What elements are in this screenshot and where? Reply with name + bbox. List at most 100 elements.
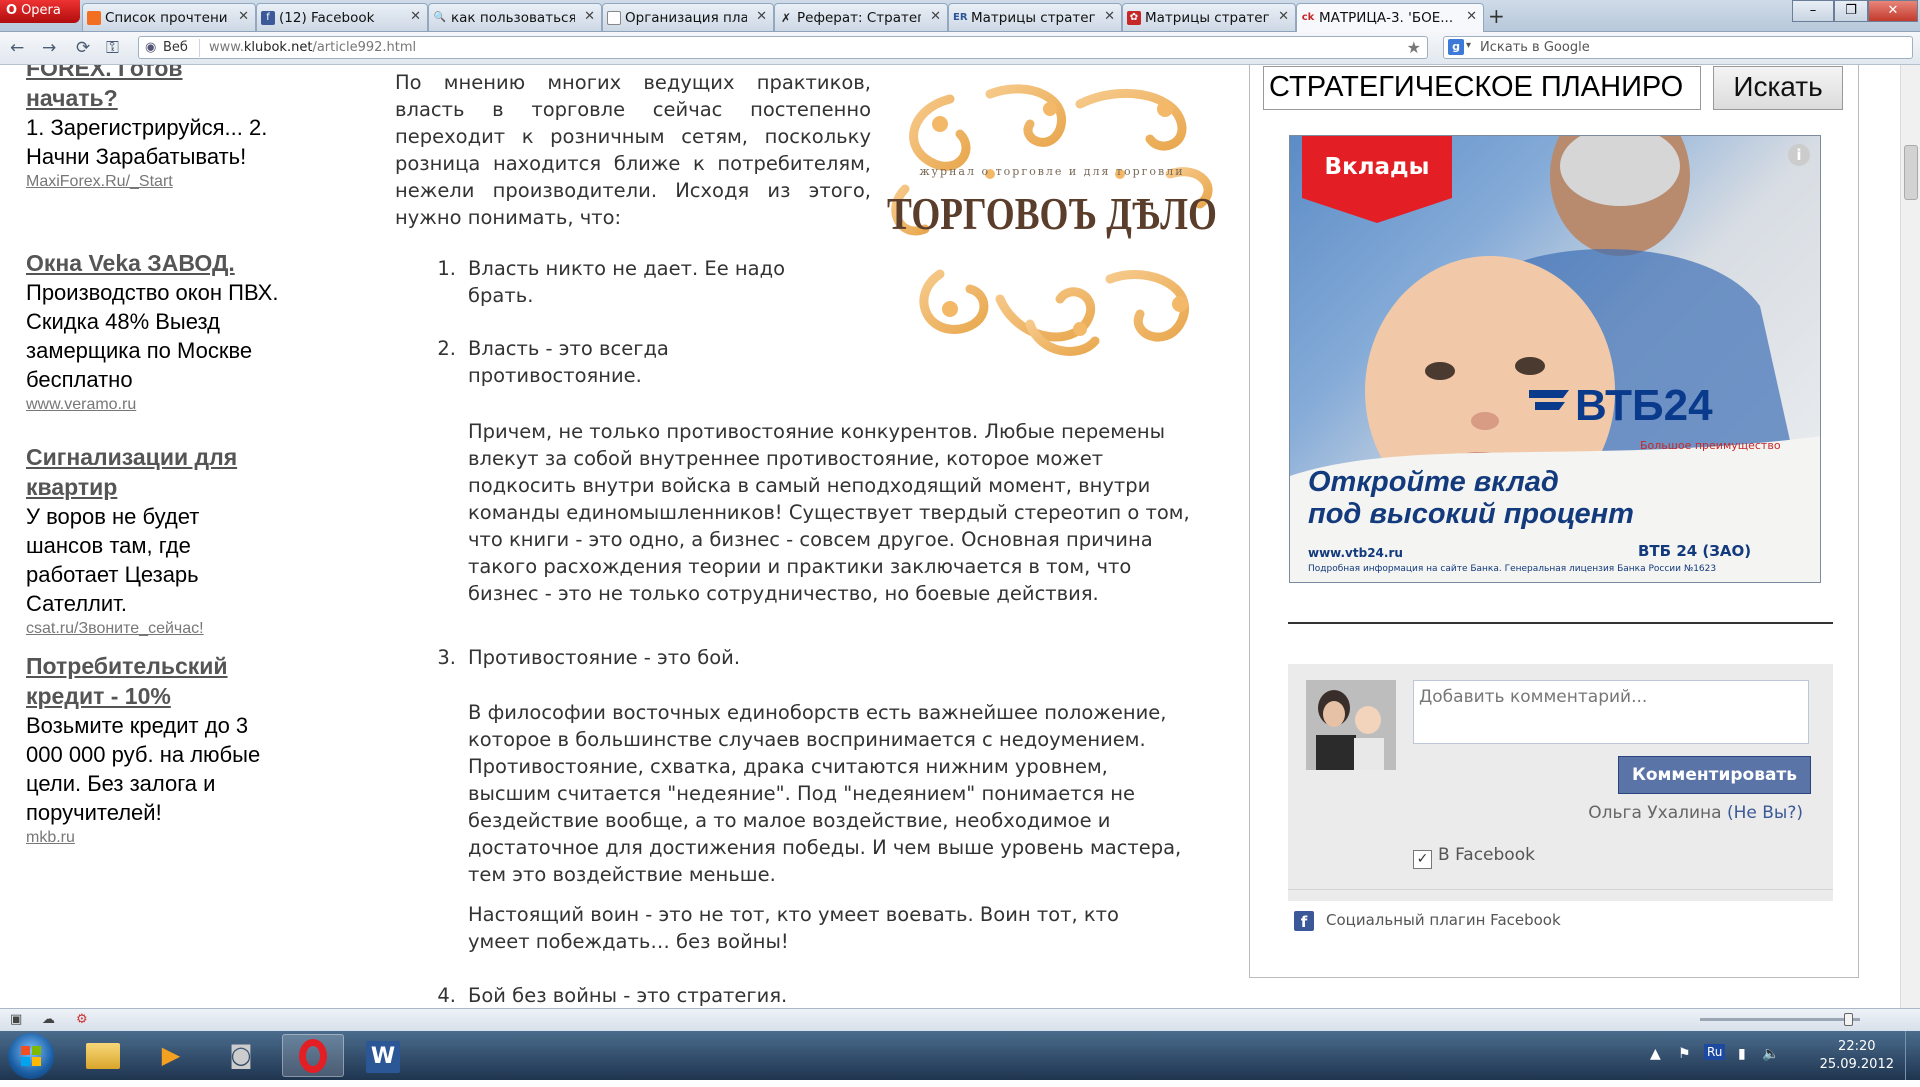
panel-toggle-icon[interactable]: ▣: [10, 1012, 22, 1027]
maximize-button[interactable]: ❐: [1834, 0, 1868, 22]
tab-close-icon[interactable]: ✕: [410, 9, 421, 24]
show-desktop-button[interactable]: [1905, 1031, 1920, 1080]
start-button[interactable]: [8, 1033, 54, 1079]
comment-input[interactable]: Добавить комментарий...: [1413, 680, 1809, 744]
comment-submit-button[interactable]: Комментировать: [1618, 756, 1811, 794]
media-player-taskbar-button[interactable]: ▶: [140, 1034, 202, 1077]
article-paragraph: В философии восточных единоборств есть в…: [468, 701, 1182, 886]
opera-logo-icon: O: [6, 3, 18, 18]
tab-organization[interactable]: Организация пла... ✕: [602, 3, 774, 31]
post-to-facebook-checkbox[interactable]: ✓ В Facebook: [1413, 845, 1535, 869]
site-icon: ✿: [1127, 11, 1141, 25]
tab-reading-list[interactable]: Список прочтени... ✕: [82, 3, 256, 31]
volume-icon[interactable]: 🔈: [1762, 1046, 1779, 1062]
ad-title[interactable]: Сигнализации для квартир: [26, 442, 276, 502]
opera-icon: [299, 1039, 327, 1073]
close-window-button[interactable]: ✕: [1868, 0, 1918, 22]
site-search-input[interactable]: СТРАТЕГИЧЕСКОЕ ПЛАНИРО: [1263, 66, 1701, 110]
ad-block-forex: FOREX. Готов начать? 1. Зарегистрируйся.…: [26, 65, 306, 193]
ad-text: Производство окон ПВХ. Скидка 48% Выезд …: [26, 280, 279, 392]
ad-title[interactable]: Окна Veka ЗАВОД.: [26, 248, 306, 278]
tab-close-icon[interactable]: ✕: [584, 9, 595, 24]
speakers-taskbar-button[interactable]: ◙: [210, 1034, 272, 1077]
tab-close-icon[interactable]: ✕: [1278, 9, 1289, 24]
not-you-link[interactable]: (Не Вы?): [1727, 803, 1803, 823]
comment-user-line: Ольга Ухалина (Не Вы?): [1588, 803, 1803, 823]
tab-facebook[interactable]: f (12) Facebook ✕: [256, 3, 428, 31]
scrollbar-thumb[interactable]: [1904, 145, 1918, 200]
vtb-logo-icon: [1525, 384, 1573, 420]
ad-link[interactable]: MaxiForex.Ru/_Start: [26, 171, 306, 193]
info-icon[interactable]: i: [1788, 144, 1810, 166]
play-icon: ▶: [161, 1041, 181, 1069]
new-tab-icon[interactable]: +: [1488, 4, 1505, 28]
ad-link[interactable]: mkb.ru: [26, 827, 306, 849]
minimize-button[interactable]: –: [1792, 0, 1834, 22]
key-icon[interactable]: ⚿: [106, 38, 119, 58]
er-icon: ER: [953, 12, 968, 23]
article-paragraph: Настоящий воин - это не тот, кто умеет в…: [468, 903, 1119, 953]
tab-close-icon[interactable]: ✕: [1466, 9, 1477, 24]
tab-matrices-1[interactable]: ER Матрицы стратег... ✕: [948, 3, 1122, 31]
zoom-slider[interactable]: [1700, 1013, 1860, 1026]
opera-taskbar-button[interactable]: [282, 1034, 344, 1077]
address-field[interactable]: ◉ Веб www.klubok.net/article992.html ★: [138, 36, 1428, 59]
search-engine-field[interactable]: g ▾ Искать в Google: [1443, 36, 1913, 59]
windows-logo-icon: [21, 1046, 41, 1066]
tab-how-to-use[interactable]: 🔍 как пользоваться... ✕: [428, 3, 602, 31]
system-tray: ▲ ⚑ Ru ▮ 🔈 22:20 25.09.2012: [1580, 1031, 1920, 1080]
divider: [1288, 889, 1833, 890]
banner-entity: ВТБ 24 (ЗАО): [1638, 542, 1752, 560]
page-icon: [607, 11, 621, 25]
ad-title[interactable]: FOREX. Готов начать?: [26, 65, 226, 113]
network-icon[interactable]: ▮: [1738, 1046, 1746, 1062]
tab-close-icon[interactable]: ✕: [1104, 9, 1115, 24]
tab-close-icon[interactable]: ✕: [930, 9, 941, 24]
language-indicator[interactable]: Ru: [1704, 1044, 1726, 1060]
navigation-bar: ← → ⟳ ⚿ ◉ Веб www.klubok.net/article992.…: [0, 32, 1920, 65]
opera-menu-button[interactable]: O Opera: [0, 0, 80, 23]
cloud-icon[interactable]: ☁: [42, 1012, 55, 1027]
checkbox-check-icon[interactable]: ✓: [1413, 850, 1432, 869]
divider: [1288, 622, 1833, 624]
word-icon: W: [366, 1041, 400, 1073]
tab-matrix-3[interactable]: ck МАТРИЦА-3. 'БОЕ... ✕: [1296, 3, 1484, 32]
system-clock[interactable]: 22:20 25.09.2012: [1820, 1038, 1894, 1074]
ornament-icon: журнал о торговле и для торговли ТОРГОВО…: [887, 84, 1217, 356]
flag-icon[interactable]: ⚑: [1678, 1046, 1691, 1062]
ad-link[interactable]: www.veramo.ru: [26, 394, 306, 416]
reload-icon[interactable]: ⟳: [76, 38, 90, 58]
vtb24-banner[interactable]: Вклады i ВТБ24 Большое преимущество Откр…: [1289, 135, 1821, 583]
plugin-label[interactable]: Социальный плагин Facebook: [1326, 911, 1561, 929]
banner-headline: под высокий процент: [1308, 498, 1634, 530]
site-search-button[interactable]: Искать: [1713, 66, 1843, 110]
banner-site: www.vtb24.ru: [1308, 546, 1403, 560]
vertical-scrollbar[interactable]: [1900, 65, 1920, 1008]
tab-close-icon[interactable]: ✕: [756, 9, 767, 24]
ad-block-windows: Окна Veka ЗАВОД. Производство окон ПВХ. …: [26, 248, 306, 416]
tab-referat[interactable]: ✗ Реферат: Стратег... ✕: [774, 3, 948, 31]
address-url: www.klubok.net/article992.html: [209, 40, 417, 55]
ad-text: У воров не будет шансов там, где работае…: [26, 504, 200, 616]
ad-title[interactable]: Потребительский кредит - 10%: [26, 651, 266, 711]
speaker-icon: ◙: [229, 1041, 253, 1069]
tray-arrow-icon[interactable]: ▲: [1650, 1046, 1661, 1062]
tab-close-icon[interactable]: ✕: [238, 9, 249, 24]
ad-text: Возьмите кредит до 3 000 000 руб. на люб…: [26, 713, 261, 825]
bookmark-star-icon[interactable]: ★: [1407, 38, 1421, 57]
address-mode-label: Веб: [163, 40, 188, 55]
tab-bar: O Opera Список прочтени... ✕ f (12) Faceb…: [0, 0, 1920, 32]
zoom-slider-knob[interactable]: [1844, 1013, 1853, 1026]
explorer-taskbar-button[interactable]: [72, 1034, 134, 1077]
banner-badge: Вклады: [1302, 136, 1452, 198]
forward-icon[interactable]: →: [42, 38, 56, 58]
tab-matrices-2[interactable]: ✿ Матрицы стратег... ✕: [1122, 3, 1296, 31]
ad-link[interactable]: csat.ru/Звоните_сейчас!: [26, 618, 306, 640]
chevron-down-icon[interactable]: ▾: [1466, 40, 1471, 51]
google-icon[interactable]: g: [1448, 39, 1464, 55]
turbo-icon[interactable]: ⚙: [76, 1012, 88, 1027]
back-icon[interactable]: ←: [10, 38, 24, 58]
torgovoe-delo-logo: журнал о торговле и для торговли ТОРГОВО…: [880, 79, 1225, 359]
referat-icon: ✗: [780, 11, 792, 25]
word-taskbar-button[interactable]: W: [352, 1034, 414, 1077]
